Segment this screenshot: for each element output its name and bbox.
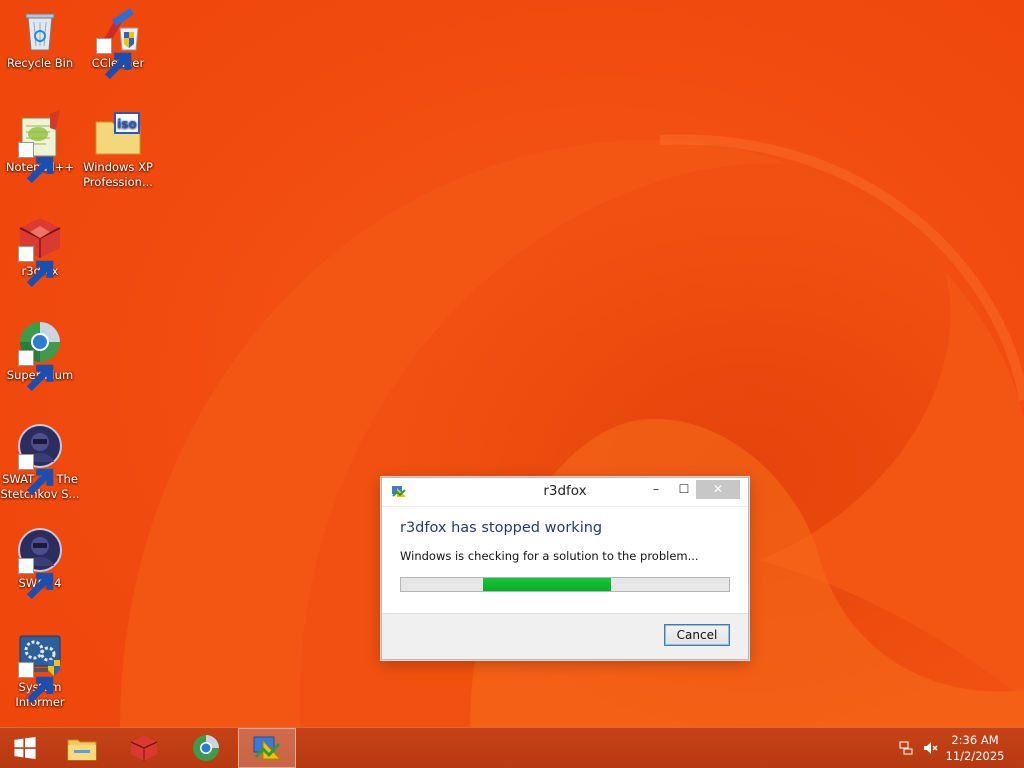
desktop-icon-recycle-bin[interactable]: Recycle Bin (0, 6, 80, 71)
shortcut-arrow-icon (96, 38, 132, 80)
system-informer-icon (16, 630, 64, 704)
taskbar-problem-reporting[interactable] (238, 728, 296, 768)
network-icon[interactable] (898, 740, 914, 756)
r3dfox-icon (130, 735, 158, 761)
desktop-icon-supermium[interactable]: Supermium (0, 318, 80, 392)
dialog-titlebar[interactable]: r3dfox – ☐ ✕ (382, 478, 748, 507)
dialog-footer: Cancel (382, 613, 748, 659)
taskbar-supermium[interactable] (180, 728, 232, 768)
shortcut-arrow-icon (18, 350, 54, 392)
svg-text:iso: iso (117, 117, 137, 131)
volume-muted-icon[interactable] (922, 740, 938, 756)
problem-reporting-icon (253, 736, 282, 760)
taskbar-clock[interactable]: 2:36 AM 11/2/2025 (940, 732, 1010, 764)
system-tray: 2:36 AM 11/2/2025 (884, 728, 1024, 768)
progress-marquee-fill (483, 578, 611, 591)
r3dfox-icon (16, 214, 64, 288)
taskbar-file-explorer[interactable] (56, 728, 108, 768)
desktop-icon-swat4-stetchkov[interactable]: SWAT 4 - The Stetchkov S... (0, 422, 80, 502)
maximize-button[interactable]: ☐ (670, 480, 698, 499)
close-button[interactable]: ✕ (696, 480, 740, 499)
notepad-plus-plus-icon (16, 110, 64, 184)
shortcut-arrow-icon (18, 454, 54, 496)
progress-bar (400, 577, 730, 592)
supermium-icon (16, 318, 64, 392)
taskbar-r3dfox[interactable] (118, 728, 170, 768)
swat4-icon (16, 526, 64, 600)
desktop-icon-system-informer[interactable]: System Informer (0, 630, 80, 710)
supermium-icon (193, 735, 219, 761)
desktop-icon-windows-xp-iso[interactable]: iso Windows XP Profession... (78, 110, 158, 190)
start-button[interactable] (0, 728, 50, 768)
status-text: Windows is checking for a solution to th… (400, 549, 699, 563)
desktop-icon-r3dfox[interactable]: r3dfox (0, 214, 80, 288)
shortcut-arrow-icon (18, 246, 54, 288)
taskbar: 2:36 AM 11/2/2025 (0, 727, 1024, 768)
desktop-icon-label: Recycle Bin (6, 56, 74, 70)
desktop-icon-ccleaner[interactable]: CCleaner (78, 6, 158, 80)
windows-start-icon (14, 737, 36, 759)
minimize-button[interactable]: – (642, 480, 670, 499)
shortcut-arrow-icon (18, 142, 54, 184)
clock-time: 2:36 AM (951, 733, 999, 747)
shortcut-arrow-icon (18, 662, 54, 704)
swat4-stetchkov-icon (16, 422, 64, 496)
shortcut-arrow-icon (18, 558, 54, 600)
clock-date: 11/2/2025 (945, 749, 1005, 763)
main-instruction: r3dfox has stopped working (400, 520, 603, 536)
ccleaner-icon (94, 6, 142, 80)
file-explorer-icon (67, 739, 97, 761)
dialog-content: r3dfox has stopped working Windows is ch… (382, 507, 748, 592)
cancel-button[interactable]: Cancel (664, 624, 730, 646)
desktop-icon-notepad-plus-plus[interactable]: Notepad++ (0, 110, 80, 184)
desktop-icon-label: Windows XP Profession... (83, 160, 153, 189)
desktop-icon-swat4[interactable]: SWAT 4 (0, 526, 80, 600)
recycle-bin-icon (16, 6, 64, 54)
iso-file-icon: iso (94, 110, 142, 158)
app-crash-dialog: r3dfox – ☐ ✕ r3dfox has stopped working … (381, 477, 749, 660)
